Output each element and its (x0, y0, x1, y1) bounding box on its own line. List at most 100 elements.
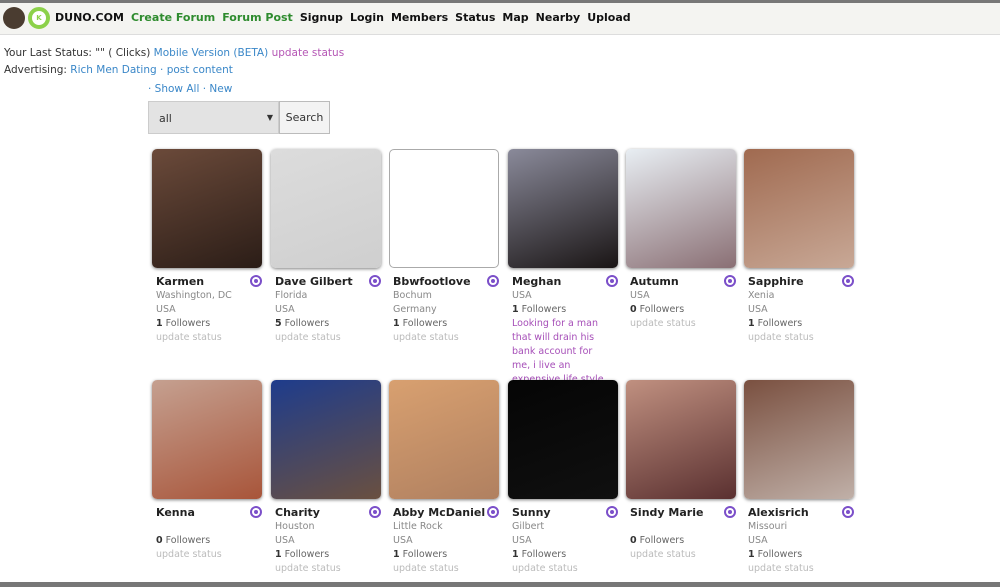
update-status-link[interactable]: update status (389, 562, 501, 576)
update-status-link[interactable]: update status (389, 331, 501, 345)
member-photo[interactable] (744, 380, 854, 499)
update-status-link[interactable]: update status (271, 562, 383, 576)
select-value: all (159, 112, 172, 125)
nav-login[interactable]: Login (350, 11, 384, 24)
member-name[interactable]: Autumn (626, 275, 738, 289)
update-status-link[interactable]: update status (272, 47, 345, 59)
follower-count: 1 (393, 318, 400, 329)
follow-icon[interactable] (724, 275, 736, 287)
member-name-text[interactable]: Kenna (156, 506, 195, 519)
follow-icon[interactable] (606, 275, 618, 287)
filter-links: · Show All · New (148, 83, 232, 95)
member-location: USA (156, 304, 176, 315)
followers-label: Followers (757, 318, 803, 329)
nav-status[interactable]: Status (455, 11, 495, 24)
member-name[interactable]: Kenna (152, 506, 264, 520)
member-followers: 1 Followers (152, 317, 264, 331)
follow-icon[interactable] (250, 275, 262, 287)
mobile-version-link[interactable]: Mobile Version (BETA) (154, 47, 269, 59)
nav-create-forum[interactable]: Create Forum (131, 11, 215, 24)
follow-icon[interactable] (842, 506, 854, 518)
update-status-link[interactable]: update status (152, 331, 264, 345)
member-name[interactable]: Abby McDaniel (389, 506, 501, 520)
update-status-link[interactable]: update status (744, 331, 856, 345)
member-photo[interactable] (508, 149, 618, 268)
member-name[interactable]: Karmen (152, 275, 264, 289)
advertising-label: Advertising: (4, 64, 67, 76)
member-name[interactable]: Alexisrich (744, 506, 856, 520)
nav-members[interactable]: Members (391, 11, 448, 24)
member-photo[interactable] (626, 380, 736, 499)
member-photo[interactable] (744, 149, 854, 268)
member-photo[interactable] (271, 380, 381, 499)
dropdown-caret-icon: ▼ (266, 113, 273, 122)
follow-icon[interactable] (842, 275, 854, 287)
member-name-text[interactable]: Sunny (512, 506, 551, 519)
update-status-link[interactable]: update status (508, 562, 620, 576)
filter-select[interactable]: all ▼ (148, 101, 279, 134)
member-photo[interactable] (389, 380, 499, 499)
follower-count: 0 (630, 535, 637, 546)
site-logo-icon[interactable]: K (28, 7, 50, 29)
search-button[interactable]: Search (279, 101, 330, 134)
nav-signup[interactable]: Signup (300, 11, 343, 24)
follow-icon[interactable] (487, 275, 499, 287)
follower-count: 5 (275, 318, 282, 329)
new-link[interactable]: · New (203, 83, 233, 95)
member-name-text[interactable]: Dave Gilbert (275, 275, 353, 288)
update-status-link[interactable]: update status (626, 317, 738, 331)
member-location: Xenia (748, 290, 775, 301)
top-nav-bar: K DUNO.COM Create Forum Forum Post Signu… (0, 0, 1000, 35)
member-followers: 0 Followers (626, 303, 738, 317)
member-name[interactable]: Sindy Marie (626, 506, 738, 520)
member-name-text[interactable]: Sapphire (748, 275, 804, 288)
member-name[interactable]: Sunny (508, 506, 620, 520)
member-name-text[interactable]: Abby McDaniel (393, 506, 485, 519)
member-name-text[interactable]: Bbwfootlove (393, 275, 471, 288)
member-photo[interactable] (508, 380, 618, 499)
member-location: Washington, DC (156, 290, 232, 301)
follow-icon[interactable] (487, 506, 499, 518)
follow-icon[interactable] (250, 506, 262, 518)
member-name-text[interactable]: Sindy Marie (630, 506, 703, 519)
post-content-link[interactable]: post content (167, 64, 233, 76)
member-name[interactable]: Dave Gilbert (271, 275, 383, 289)
member-name-text[interactable]: Karmen (156, 275, 204, 288)
member-name-text[interactable]: Autumn (630, 275, 679, 288)
member-card: Dave Gilbert Florida USA 5 Followers update … (271, 149, 383, 345)
member-photo[interactable] (152, 149, 262, 268)
follow-icon[interactable] (369, 275, 381, 287)
show-all-link[interactable]: · Show All (148, 83, 199, 95)
member-photo[interactable] (389, 149, 499, 268)
member-name[interactable]: Meghan (508, 275, 620, 289)
member-photo[interactable] (271, 149, 381, 268)
member-name[interactable]: Sapphire (744, 275, 856, 289)
update-status-link[interactable]: update status (152, 548, 264, 562)
follow-icon[interactable] (369, 506, 381, 518)
nav-forum-post[interactable]: Forum Post (222, 11, 293, 24)
member-name-text[interactable]: Alexisrich (748, 506, 809, 519)
member-location: Bochum (393, 290, 432, 301)
nav-upload[interactable]: Upload (587, 11, 630, 24)
member-photo[interactable] (626, 149, 736, 268)
rich-men-dating-link[interactable]: Rich Men Dating (70, 64, 156, 76)
member-card: Sindy Marie 0 Followers update status (626, 380, 738, 562)
follow-icon[interactable] (724, 506, 736, 518)
member-location (152, 520, 264, 534)
user-avatar[interactable] (3, 7, 25, 29)
follower-count: 1 (748, 318, 755, 329)
follow-icon[interactable] (606, 506, 618, 518)
member-name[interactable]: Bbwfootlove (389, 275, 501, 289)
member-name-text[interactable]: Meghan (512, 275, 561, 288)
update-status-link[interactable]: update status (626, 548, 738, 562)
member-name-text[interactable]: Charity (275, 506, 320, 519)
member-photo[interactable] (152, 380, 262, 499)
member-name[interactable]: Charity (271, 506, 383, 520)
nav-nearby[interactable]: Nearby (536, 11, 581, 24)
member-followers: 1 Followers (744, 317, 856, 331)
update-status-link[interactable]: update status (271, 331, 383, 345)
nav-site-name[interactable]: DUNO.COM (55, 11, 124, 24)
update-status-link[interactable]: update status (744, 562, 856, 576)
nav-map[interactable]: Map (502, 11, 528, 24)
follower-count: 1 (748, 549, 755, 560)
